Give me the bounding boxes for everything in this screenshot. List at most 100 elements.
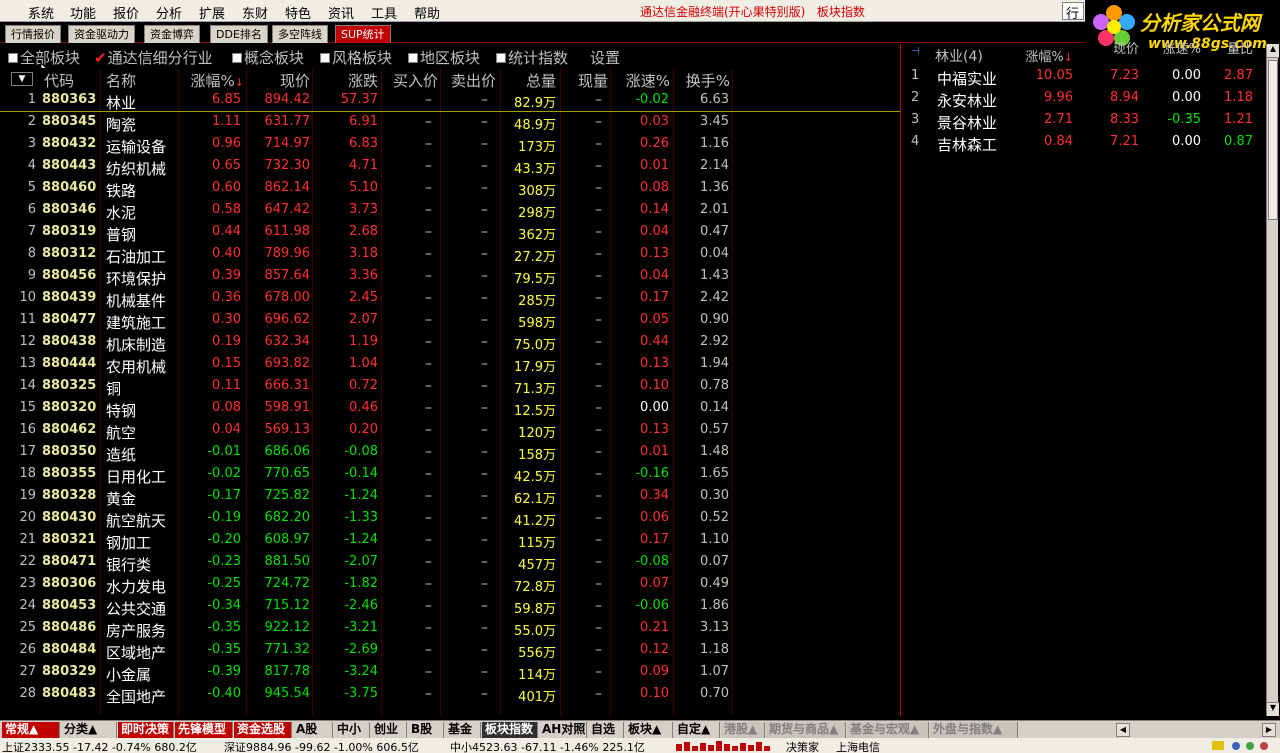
table-row[interactable]: 20 880430 航空航天 -0.19 682.20 -1.33 – – 41.2万 – 0.06… (0, 508, 900, 530)
menu-help[interactable]: 帮助 (414, 3, 440, 22)
col-price[interactable]: 现价 (250, 70, 310, 91)
tab-sup-stats[interactable]: SUP统计 (335, 25, 391, 43)
menu-system[interactable]: 系统 (28, 3, 54, 22)
tab-fund-drive[interactable]: 资金驱动力 (68, 25, 135, 43)
bottom-tab[interactable]: 基金 (445, 722, 481, 738)
tab-fund-game[interactable]: 资金博弈 (144, 25, 200, 43)
table-row[interactable]: 3 880432 运输设备 0.96 714.97 6.83 – – 173万 – 0.26 1.16 (0, 134, 900, 156)
right-scrollbar[interactable]: ▲ ▼ (1266, 44, 1279, 716)
constituent-row[interactable]: 3 景谷林业 2.71 8.33 -0.35 1.21 (901, 110, 1267, 132)
menu-eastmoney[interactable]: 东财 (242, 3, 268, 22)
table-row[interactable]: 2 880345 陶瓷 1.11 631.77 6.91 – – 48.9万 – 0.03 3.45 (0, 112, 900, 134)
table-row[interactable]: 24 880453 公共交通 -0.34 715.12 -2.46 – – 59.8万 – -0.0… (0, 596, 900, 618)
bottom-tab[interactable]: 分类▲ (61, 722, 117, 738)
menu-analysis[interactable]: 分析 (156, 3, 182, 22)
col-name[interactable]: 名称 (106, 70, 166, 91)
bottom-tab[interactable]: 港股▲ (721, 722, 765, 738)
settings-link[interactable]: 设置 (590, 47, 620, 68)
rcol-price[interactable]: 现价 (1101, 38, 1139, 57)
constituent-row[interactable]: 4 吉林森工 0.84 7.21 0.00 0.87 (901, 132, 1267, 154)
scroll-down-icon[interactable]: ▼ (1267, 702, 1279, 716)
constituent-row[interactable]: 2 永安林业 9.96 8.94 0.00 1.18 (901, 88, 1267, 110)
rcol-vol-ratio[interactable]: 量比 (1219, 38, 1253, 57)
rcol-speed[interactable]: 涨速% (1159, 38, 1201, 57)
table-row[interactable]: 15 880320 特钢 0.08 598.91 0.46 – – 12.5万 – 0.00 0.14 (0, 398, 900, 420)
table-row[interactable]: 13 880444 农用机械 0.15 693.82 1.04 – – 17.9万 – 0.13 1.… (0, 354, 900, 376)
filter-concept[interactable]: 概念板块 (232, 47, 304, 68)
table-row[interactable]: 9 880456 环境保护 0.39 857.64 3.36 – – 79.5万 – 0.04 1.4… (0, 266, 900, 288)
col-ask[interactable]: 卖出价 (444, 70, 496, 91)
price: 894.42 (264, 92, 311, 107)
bottom-tab[interactable]: 外盘与指数▲ (930, 722, 1018, 738)
menu-function[interactable]: 功能 (70, 3, 96, 22)
scroll-up-icon[interactable]: ▲ (1267, 44, 1279, 58)
col-turnover[interactable]: 换手% (678, 70, 730, 91)
constituent-row[interactable]: 1 中福实业 10.05 7.23 0.00 2.87 (901, 66, 1267, 88)
table-row[interactable]: 14 880325 铜 0.11 666.31 0.72 – – 71.3万 – 0.10 0.78 (0, 376, 900, 398)
bottom-tab[interactable]: 中小 (334, 722, 370, 738)
table-row[interactable]: 12 880438 机床制造 0.19 632.34 1.19 – – 75.0万 – 0.44 2.… (0, 332, 900, 354)
scroll-thumb[interactable] (1268, 60, 1278, 220)
menu-news[interactable]: 资讯 (328, 3, 354, 22)
table-row[interactable]: 11 880477 建筑施工 0.30 696.62 2.07 – – 598万 – 0.05 0.9… (0, 310, 900, 332)
scroll-right-icon[interactable]: ▶ (1262, 723, 1276, 737)
table-row[interactable]: 22 880471 银行类 -0.23 881.50 -2.07 – – 457万 – -0.08 0… (0, 552, 900, 574)
bottom-tab[interactable]: 板块▲ (625, 722, 673, 738)
table-row[interactable]: 21 880321 钢加工 -0.20 608.97 -1.24 – – 115万 – 0.17 1.… (0, 530, 900, 552)
table-row[interactable]: 28 880483 全国地产 -0.40 945.54 -3.75 – – 401万 – 0.10 0… (0, 684, 900, 706)
table-row[interactable]: 4 880443 纺织机械 0.65 732.30 4.71 – – 43.3万 – 0.01 2.1… (0, 156, 900, 178)
table-row[interactable]: 17 880350 造纸 -0.01 686.06 -0.08 – – 158万 – 0.01 1.4… (0, 442, 900, 464)
tab-quote[interactable]: 行情报价 (5, 25, 61, 43)
filter-stat-index[interactable]: 统计指数 (496, 47, 568, 68)
menu-quote[interactable]: 报价 (113, 3, 139, 22)
bottom-tab[interactable]: 自定▲ (674, 722, 720, 738)
table-row[interactable]: 27 880329 小金属 -0.39 817.78 -3.24 – – 114万 – 0.09 1.… (0, 662, 900, 684)
tab-long-short[interactable]: 多空阵线 (272, 25, 328, 43)
bottom-tab[interactable]: 创业 (371, 722, 407, 738)
table-row[interactable]: 18 880355 日用化工 -0.02 770.65 -0.14 – – 42.5万 – -0.1… (0, 464, 900, 486)
table-row[interactable]: 7 880319 普钢 0.44 611.98 2.68 – – 362万 – 0.04 0.47 (0, 222, 900, 244)
price: 857.64 (264, 268, 311, 283)
bottom-tab[interactable]: A股 (293, 722, 333, 738)
bottom-tab[interactable]: 基金与宏观▲ (847, 722, 929, 738)
change-pct: 6.85 (212, 92, 241, 107)
table-row[interactable]: 19 880328 黄金 -0.17 725.82 -1.24 – – 62.1万 – 0.34 0.… (0, 486, 900, 508)
col-volume[interactable]: 总量 (506, 70, 556, 91)
bottom-tab[interactable]: 自选 (588, 722, 624, 738)
col-speed[interactable]: 涨速% (612, 70, 670, 91)
col-current-vol[interactable]: 现量 (570, 70, 608, 91)
col-diff[interactable]: 涨跌 (316, 70, 378, 91)
table-row[interactable]: 26 880484 区域地产 -0.35 771.32 -2.69 – – 556万 – 0.12 1… (0, 640, 900, 662)
filter-tdx-industry[interactable]: ✔ 通达信细分行业 (94, 47, 213, 68)
tab-dde-rank[interactable]: DDE排名 (210, 25, 268, 43)
bottom-tab[interactable]: 板块指数 (482, 722, 538, 738)
bottom-tab[interactable]: 即时决策 (118, 722, 174, 738)
bottom-tab[interactable]: 先锋模型 (175, 722, 233, 738)
table-row[interactable]: 1 880363 林业 6.85 894.42 57.37 – – 82.9万 – -0.02 6.6… (0, 90, 900, 112)
pin-icon[interactable]: ⊣ (911, 46, 920, 57)
table-row[interactable]: 25 880486 房产服务 -0.35 922.12 -3.21 – – 55.0万 – 0.21… (0, 618, 900, 640)
status-decision[interactable]: 决策家 (786, 739, 819, 753)
menu-feature[interactable]: 特色 (285, 3, 311, 22)
bottom-tab[interactable]: 常规▲ (2, 722, 60, 738)
table-row[interactable]: 10 880439 机械基件 0.36 678.00 2.45 – – 285万 – 0.17 2.4… (0, 288, 900, 310)
table-row[interactable]: 16 880462 航空 0.04 569.13 0.20 – – 120万 – 0.13 0.57 (0, 420, 900, 442)
menu-tools[interactable]: 工具 (371, 3, 397, 22)
col-change-pct[interactable]: 涨幅%↓ (180, 70, 244, 91)
bottom-tab[interactable]: 期货与商品▲ (766, 722, 846, 738)
col-bid[interactable]: 买入价 (384, 70, 438, 91)
col-code[interactable]: 代码 (44, 70, 84, 91)
bottom-tab[interactable]: B股 (408, 722, 444, 738)
scroll-left-icon[interactable]: ◀ (1116, 723, 1130, 737)
bottom-tab[interactable]: AH对照 (539, 722, 587, 738)
table-row[interactable]: 23 880306 水力发电 -0.25 724.72 -1.82 – – 72.8万 – 0.07… (0, 574, 900, 596)
table-row[interactable]: 6 880346 水泥 0.58 647.42 3.73 – – 298万 – 0.14 2.01 (0, 200, 900, 222)
table-row[interactable]: 8 880312 石油加工 0.40 789.96 3.18 – – 27.2万 – 0.13 0.0… (0, 244, 900, 266)
rcol-change-pct[interactable]: 涨幅%↓ (1021, 46, 1073, 65)
filter-style[interactable]: 风格板块 (320, 47, 392, 68)
filter-region[interactable]: 地区板块 (408, 47, 480, 68)
bottom-tab[interactable]: 资金选股 (234, 722, 292, 738)
menu-extend[interactable]: 扩展 (199, 3, 225, 22)
table-row[interactable]: 5 880460 铁路 0.60 862.14 5.10 – – 308万 – 0.08 1.36 (0, 178, 900, 200)
sort-menu-button[interactable]: ▼ (11, 72, 33, 86)
